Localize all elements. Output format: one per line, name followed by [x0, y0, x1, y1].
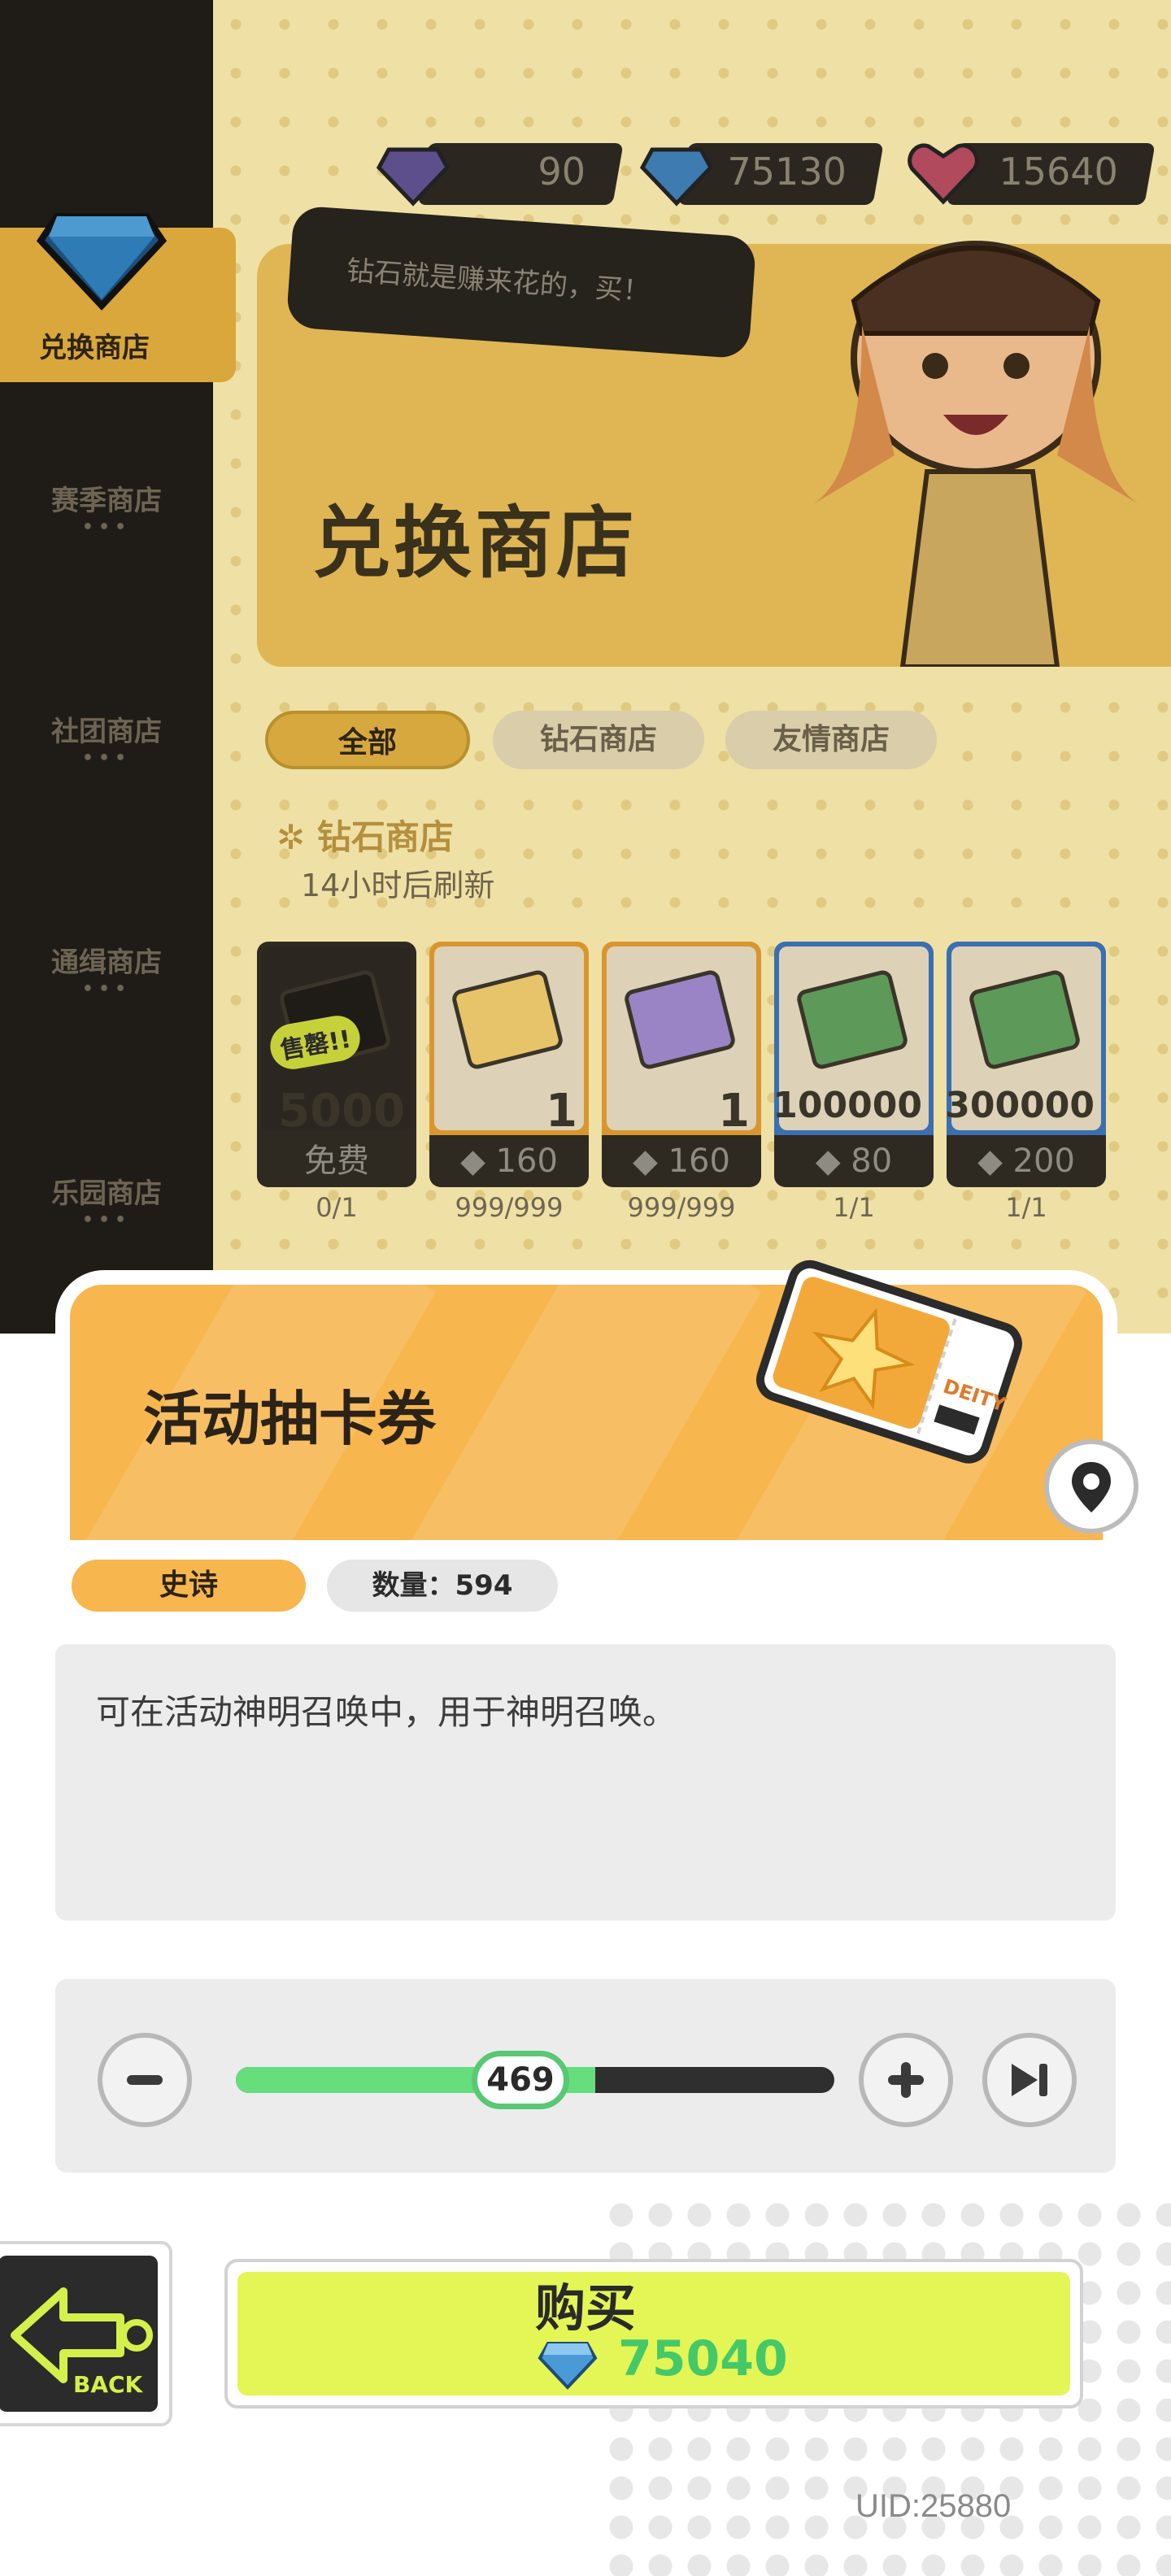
- diamond-icon: [36, 213, 168, 311]
- item-quantity: 100000: [774, 1085, 922, 1126]
- item-quantity: 1: [546, 1085, 577, 1138]
- skip-to-max-icon: [1012, 2064, 1047, 2096]
- shop-item-card[interactable]: 1 ◆ 160: [429, 942, 589, 1187]
- item-price: ◆ 160: [429, 1135, 589, 1187]
- more-dots-icon: •••: [81, 517, 132, 537]
- gacha-ticket-icon: DEITY: [756, 1260, 1022, 1464]
- increase-button[interactable]: [859, 2033, 953, 2127]
- buy-price: 75040: [618, 2330, 788, 2387]
- shop-item-card[interactable]: 售罄!! 5000 免费: [257, 942, 416, 1187]
- item-quantity: 5000: [278, 1085, 405, 1138]
- sidebar: 兑换商店 赛季商店 ••• 社团商店 ••• 通缉商店 ••• 乐园商店 •••: [0, 0, 236, 1334]
- description-box: 可在活动神明召唤中，用于神明召唤。: [55, 1644, 1116, 1921]
- shop-item-card[interactable]: 100000 ◆ 80: [774, 942, 934, 1187]
- item-stock-limit: 1/1: [833, 1192, 875, 1223]
- owned-count-badge: 数量：594: [327, 1560, 558, 1612]
- item-quantity: 1: [718, 1085, 750, 1138]
- ticket-icon: [622, 968, 738, 1072]
- sidebar-item-season[interactable]: 赛季商店 •••: [0, 478, 213, 537]
- blue-diamond-icon: [639, 147, 714, 207]
- tab-all[interactable]: 全部: [265, 711, 470, 769]
- item-stock-limit: 999/999: [627, 1192, 736, 1223]
- banknote-icon: [794, 968, 910, 1072]
- sidebar-item-club[interactable]: 社团商店 •••: [0, 709, 213, 768]
- back-label: BACK: [73, 2371, 144, 2398]
- shop-item-card[interactable]: 300000 ◆ 200: [947, 942, 1106, 1187]
- sidebar-item-label-active: 兑换商店: [39, 332, 150, 364]
- section-title: ✲ 钻石商店: [276, 817, 454, 857]
- buy-label: 购买: [534, 2278, 636, 2338]
- item-price: ◆ 160: [602, 1135, 761, 1187]
- sidebar-item-label: 通缉商店: [51, 946, 162, 979]
- sidebar-item-label: 赛季商店: [51, 485, 162, 517]
- item-price: ◆ 200: [947, 1135, 1106, 1187]
- more-dots-icon: •••: [81, 1210, 132, 1230]
- sidebar-item-label: 乐园商店: [51, 1177, 162, 1210]
- character-illustration: [813, 241, 1138, 667]
- sold-out-badge: 售罄!!: [266, 1012, 364, 1073]
- diamond-icon: [538, 2342, 598, 2390]
- refresh-timer: 14小时后刷新: [301, 868, 495, 903]
- more-dots-icon: •••: [81, 979, 132, 999]
- item-description: 可在活动神明召唤中，用于神明召唤。: [96, 1692, 677, 1732]
- item-stock-limit: 0/1: [316, 1192, 358, 1223]
- user-id: UID:25880: [855, 2488, 1012, 2524]
- sidebar-item-park[interactable]: 乐园商店 •••: [0, 1171, 213, 1230]
- sidebar-item-label: 社团商店: [51, 716, 162, 748]
- max-button[interactable]: [982, 2033, 1077, 2127]
- shop-item-card[interactable]: 1 ◆ 160: [602, 942, 761, 1187]
- ticket-icon: [450, 968, 565, 1072]
- plus-icon: [888, 2062, 924, 2098]
- red-heart-gem-icon: [908, 143, 979, 205]
- item-stock-limit: 999/999: [455, 1192, 564, 1223]
- item-stock-limit: 1/1: [1005, 1192, 1047, 1223]
- decrease-button[interactable]: [98, 2033, 192, 2127]
- item-quantity: 300000: [947, 1085, 1095, 1126]
- slider-thumb[interactable]: 469: [472, 2051, 569, 2109]
- more-dots-icon: •••: [81, 748, 132, 768]
- tab-diamond-shop[interactable]: 钻石商店: [493, 711, 704, 769]
- tab-friendship-shop[interactable]: 友情商店: [725, 711, 937, 769]
- location-pin-icon: [1072, 1462, 1111, 1512]
- item-price: 免费: [257, 1135, 416, 1187]
- purple-gem-icon: [376, 147, 451, 207]
- shop-title: 兑换商店: [312, 498, 638, 589]
- sidebar-item-wanted[interactable]: 通缉商店 •••: [0, 940, 213, 999]
- minus-icon: [127, 2075, 163, 2085]
- banknote-icon: [967, 968, 1082, 1072]
- item-price: ◆ 80: [774, 1135, 934, 1187]
- rarity-badge: 史诗: [72, 1560, 306, 1612]
- locate-button[interactable]: [1044, 1439, 1138, 1534]
- item-name: 活动抽卡券: [143, 1385, 437, 1453]
